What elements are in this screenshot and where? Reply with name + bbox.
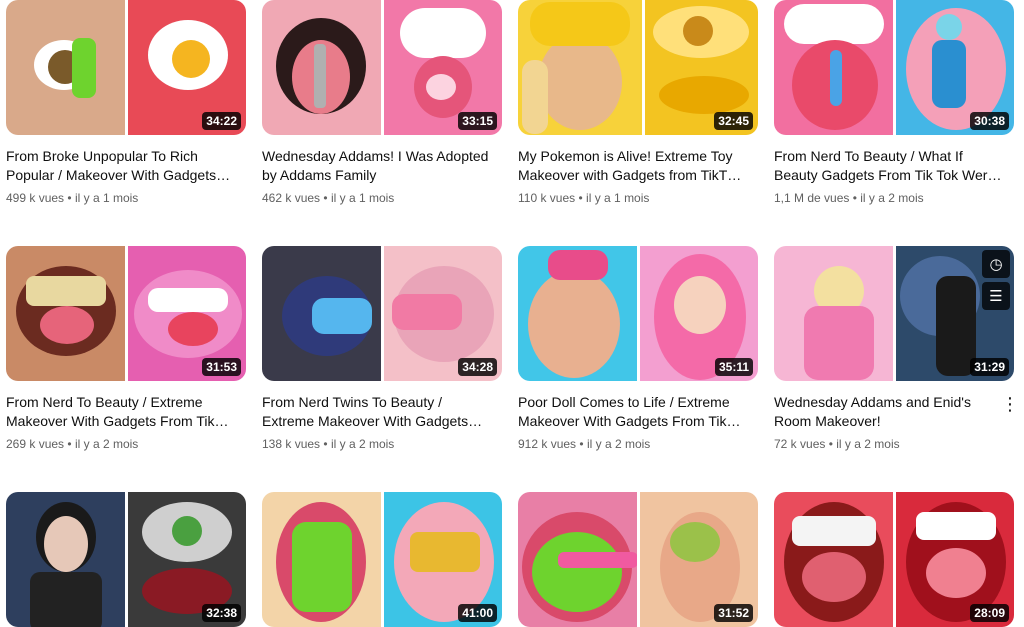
thumbnail-left-image [6, 0, 125, 135]
video-title[interactable]: My Pokemon is Alive! Extreme Toy Makeove… [518, 147, 750, 185]
thumbnail-left-image [262, 0, 381, 135]
video-card[interactable]: 35:11 Poor Doll Comes to Life / Extreme … [518, 246, 758, 451]
more-actions-icon[interactable]: ⋮ [1000, 392, 1020, 416]
meta-separator: • [578, 191, 583, 205]
thumbnail-left-image [262, 492, 381, 627]
thumbnail-left-image [518, 0, 643, 135]
meta-separator: • [828, 437, 833, 451]
thumbnail-left-image [774, 0, 893, 135]
view-count: 138 k vues [262, 437, 321, 451]
video-card[interactable]: 34:28 From Nerd Twins To Beauty / Extrem… [262, 246, 502, 451]
thumbnail-left-image [262, 246, 381, 381]
view-count: 110 k vues [518, 191, 576, 205]
video-metadata: 912 k vues • il y a 2 mois [518, 437, 758, 451]
video-thumbnail[interactable]: ◷ ☰ 31:29 [774, 246, 1014, 381]
video-duration: 28:09 [970, 604, 1009, 622]
upload-age: il y a 2 mois [586, 437, 651, 451]
video-metadata: 72 k vues • il y a 2 mois [774, 437, 1014, 451]
video-metadata: 462 k vues • il y a 1 mois [262, 191, 502, 205]
video-duration: 33:15 [458, 112, 497, 130]
video-title[interactable]: From Broke Unpopular To Rich Popular / M… [6, 147, 238, 185]
video-thumbnail[interactable]: 32:45 [518, 0, 758, 135]
thumbnail-left-image [6, 492, 125, 627]
video-card[interactable]: 32:45 My Pokemon is Alive! Extreme Toy M… [518, 0, 758, 205]
video-thumbnail[interactable]: 34:28 [262, 246, 502, 381]
upload-age: il y a 1 mois [74, 191, 139, 205]
video-card[interactable]: 30:38 From Nerd To Beauty / What If Beau… [774, 0, 1014, 205]
video-thumbnail[interactable]: 30:38 [774, 0, 1014, 135]
video-thumbnail[interactable]: 34:22 [6, 0, 246, 135]
video-title[interactable]: Wednesday Addams and Enid's Room Makeove… [774, 393, 1006, 431]
video-thumbnail[interactable]: 32:38 [6, 492, 246, 627]
video-duration: 32:45 [714, 112, 753, 130]
video-thumbnail[interactable]: 31:52 [518, 492, 758, 627]
video-card[interactable]: 31:53 From Nerd To Beauty / Extreme Make… [6, 246, 246, 451]
video-card[interactable]: 34:22 From Broke Unpopular To Rich Popul… [6, 0, 246, 205]
upload-age: il y a 1 mois [330, 191, 395, 205]
video-duration: 31:53 [202, 358, 241, 376]
thumbnail-left-image [6, 246, 125, 381]
clock-icon[interactable]: ◷ [982, 250, 1010, 278]
video-duration: 31:52 [714, 604, 753, 622]
video-metadata: 138 k vues • il y a 2 mois [262, 437, 502, 451]
meta-separator: • [67, 191, 72, 205]
view-count: 269 k vues [6, 437, 65, 451]
video-card[interactable]: 33:15 Wednesday Addams! I Was Adopted by… [262, 0, 502, 205]
view-count: 72 k vues [774, 437, 826, 451]
add-to-queue-icon[interactable]: ☰ [982, 282, 1010, 310]
video-card[interactable]: 31:52 [518, 492, 758, 627]
video-metadata: 269 k vues • il y a 2 mois [6, 437, 246, 451]
view-count: 1,1 M de vues [774, 191, 850, 205]
meta-separator: • [323, 191, 328, 205]
video-duration: 31:29 [970, 358, 1009, 376]
video-title[interactable]: Poor Doll Comes to Life / Extreme Makeov… [518, 393, 750, 431]
meta-separator: • [67, 437, 72, 451]
video-duration: 34:22 [202, 112, 241, 130]
video-metadata: 499 k vues • il y a 1 mois [6, 191, 246, 205]
view-count: 912 k vues [518, 437, 577, 451]
video-card[interactable]: 28:09 [774, 492, 1014, 627]
meta-separator: • [579, 437, 584, 451]
video-title[interactable]: From Nerd To Beauty / Extreme Makeover W… [6, 393, 238, 431]
video-thumbnail[interactable]: 28:09 [774, 492, 1014, 627]
video-metadata: 1,1 M de vues • il y a 2 mois [774, 191, 1014, 205]
video-card[interactable]: 41:00 [262, 492, 502, 627]
upload-age: il y a 2 mois [836, 437, 900, 451]
upload-age: il y a 2 mois [330, 437, 395, 451]
view-count: 462 k vues [262, 191, 321, 205]
video-duration: 34:28 [458, 358, 497, 376]
meta-separator: • [323, 437, 328, 451]
thumbnail-left-image [774, 492, 893, 627]
video-thumbnail[interactable]: 41:00 [262, 492, 502, 627]
video-metadata: 110 k vues • il y a 1 mois [518, 191, 758, 205]
upload-age: il y a 2 mois [860, 191, 924, 205]
video-duration: 41:00 [458, 604, 497, 622]
video-card[interactable]: 32:38 [6, 492, 246, 627]
video-thumbnail[interactable]: 33:15 [262, 0, 502, 135]
upload-age: il y a 2 mois [74, 437, 139, 451]
video-thumbnail[interactable]: 31:53 [6, 246, 246, 381]
video-duration: 35:11 [714, 358, 753, 376]
video-card[interactable]: ◷ ☰ 31:29 Wednesday Addams and Enid's Ro… [774, 246, 1019, 451]
thumbnail-left-image [774, 246, 893, 381]
thumbnail-left-image [518, 246, 637, 381]
video-title[interactable]: Wednesday Addams! I Was Adopted by Addam… [262, 147, 494, 185]
meta-separator: • [852, 191, 857, 205]
video-title[interactable]: From Nerd Twins To Beauty / Extreme Make… [262, 393, 494, 431]
video-duration: 30:38 [970, 112, 1009, 130]
upload-age: il y a 1 mois [586, 191, 650, 205]
thumbnail-left-image [518, 492, 637, 627]
video-thumbnail[interactable]: 35:11 [518, 246, 758, 381]
view-count: 499 k vues [6, 191, 65, 205]
video-title[interactable]: From Nerd To Beauty / What If Beauty Gad… [774, 147, 1006, 185]
video-duration: 32:38 [202, 604, 241, 622]
